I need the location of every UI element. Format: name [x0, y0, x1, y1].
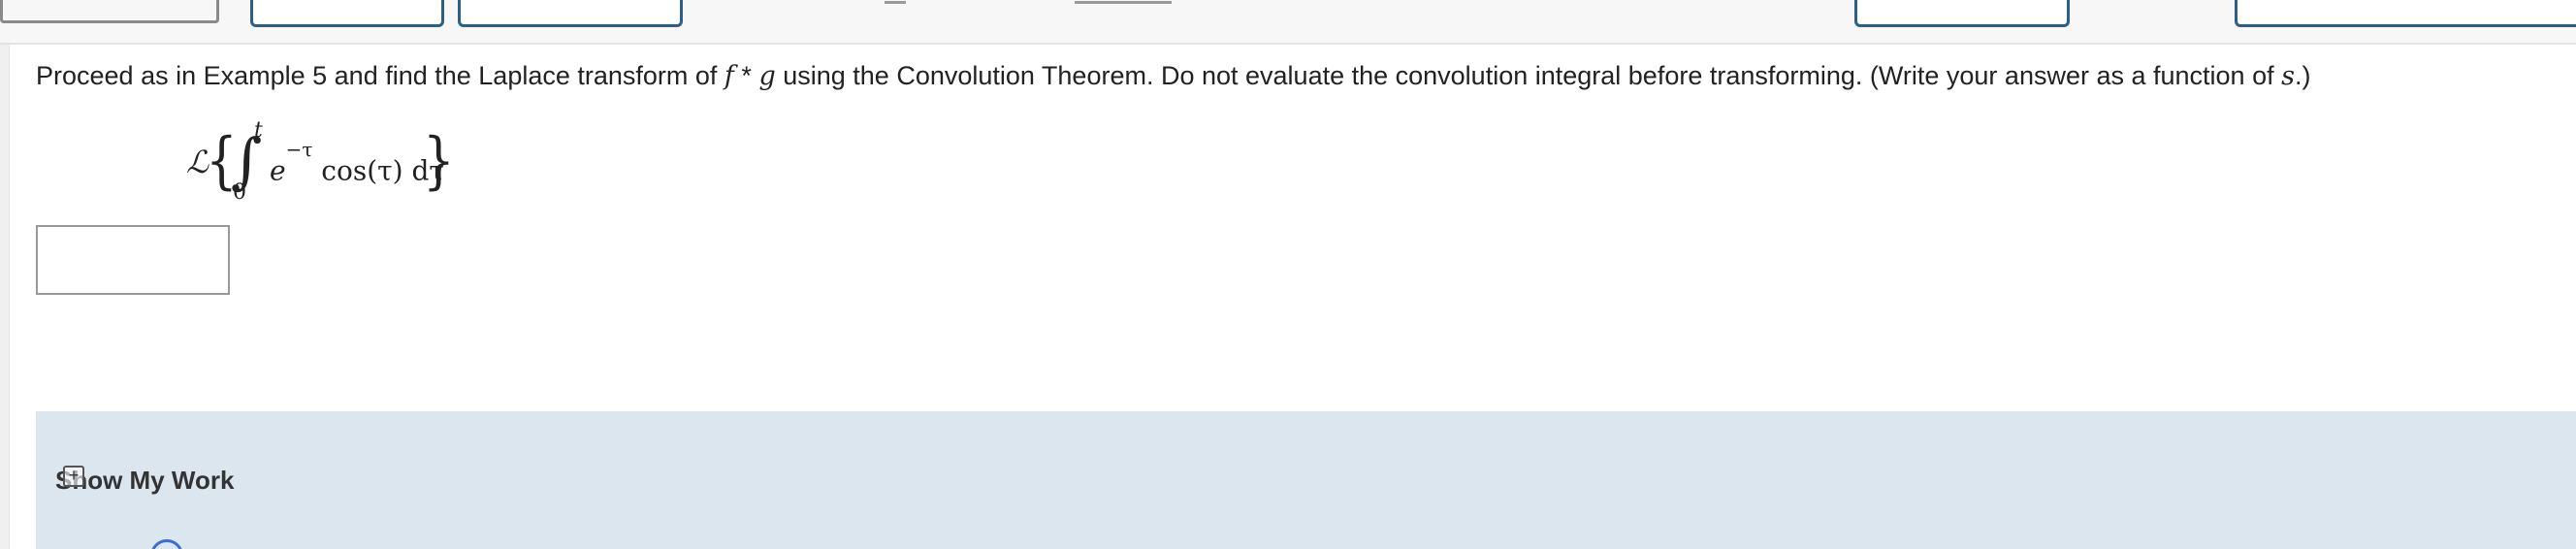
question-part2: using the Convolution Theorem. Do not ev… — [775, 61, 2282, 90]
toolbar-bracket — [0, 0, 219, 23]
exp-exponent: −τ — [285, 138, 313, 161]
page: Proceed as in Example 5 and find the Lap… — [0, 0, 2576, 549]
convolution-operator: * — [733, 61, 759, 90]
question-text: Proceed as in Example 5 and find the Lap… — [36, 58, 2310, 94]
brace-close: } — [423, 125, 455, 197]
toolbar-button-1[interactable] — [250, 0, 444, 27]
function-g: g — [758, 61, 776, 91]
exp-base: e — [270, 154, 286, 187]
variable-s: s — [2281, 61, 2295, 91]
upper-limit: t — [254, 118, 263, 143]
question-part1: Proceed as in Example 5 and find the Lap… — [36, 61, 724, 90]
top-toolbar — [0, 0, 2576, 45]
lower-limit: 0 — [233, 180, 246, 205]
toolbar-fragment-2 — [1075, 0, 1172, 4]
radio-circle-icon[interactable] — [150, 539, 183, 549]
toolbar-button-2[interactable] — [458, 0, 683, 27]
toolbar-button-4[interactable] — [2235, 0, 2576, 27]
toolbar-button-3[interactable] — [1854, 0, 2070, 27]
integrand: e−τ cos(τ) dτ — [270, 138, 444, 187]
answer-input[interactable] — [36, 225, 230, 295]
function-f: f — [724, 61, 734, 91]
question-part3: .) — [2294, 61, 2311, 90]
toolbar-fragment-1 — [885, 0, 906, 4]
left-margin-rule — [0, 45, 10, 549]
laplace-formula: ℒ { ∫ t 0 e−τ cos(τ) dτ } — [186, 118, 477, 215]
plus-icon[interactable]: + — [63, 466, 84, 487]
show-my-work-panel: Show My Work + — [36, 411, 2576, 549]
